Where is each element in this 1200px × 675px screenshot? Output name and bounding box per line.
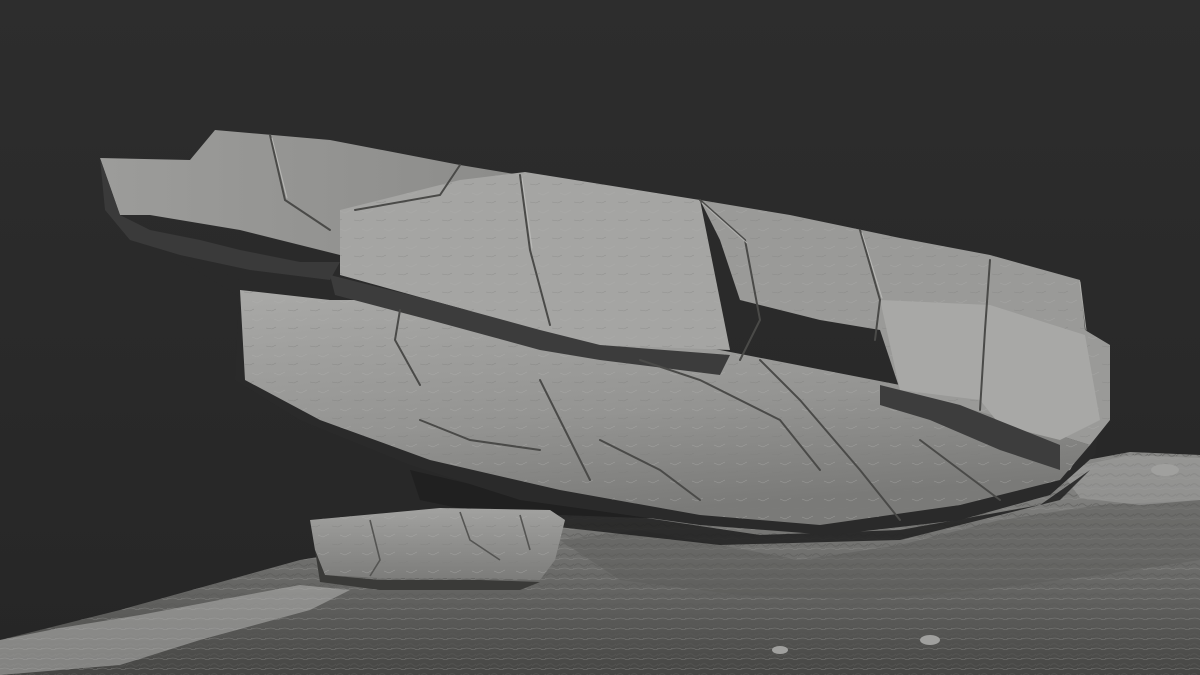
render-viewport [0, 0, 1200, 675]
rock-render [0, 0, 1200, 675]
foreground-slab [310, 508, 565, 590]
